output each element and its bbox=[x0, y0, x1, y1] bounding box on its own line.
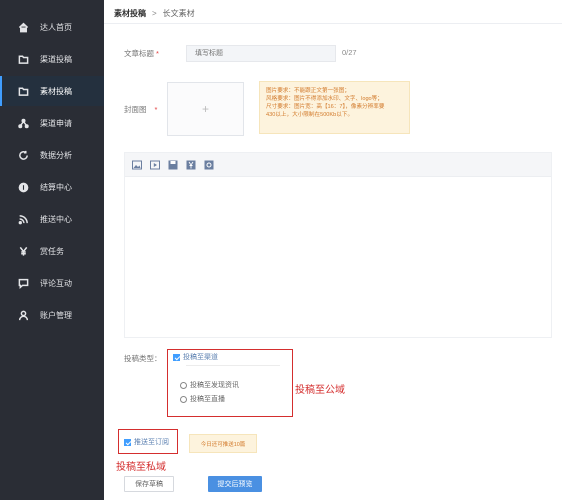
annotation-public: 投稿至公域 bbox=[295, 385, 345, 396]
submit-preview-button[interactable]: 提交后预览 bbox=[208, 476, 262, 492]
sidebar-item-home[interactable]: 达人首页 bbox=[0, 12, 104, 42]
option-divider bbox=[186, 365, 280, 366]
sidebar-item-channel-apply[interactable]: 渠道申请 bbox=[0, 108, 104, 138]
breadcrumb-item[interactable]: 素材投稿 bbox=[114, 8, 146, 19]
save-icon[interactable] bbox=[168, 160, 178, 170]
sidebar-item-label: 评论互动 bbox=[40, 278, 72, 288]
checkbox-checked-icon bbox=[124, 438, 131, 446]
sidebar-item-label: 赏任务 bbox=[40, 246, 64, 256]
refresh-icon bbox=[18, 150, 29, 161]
cover-requirements-tip: 图片要求：不能跟正文第一张图； 风格要求：图片不得添加水印、文字、logo等； … bbox=[259, 81, 410, 134]
breadcrumb: 素材投稿 > 长文素材 bbox=[114, 8, 195, 19]
main-content: 素材投稿 > 长文素材 文章标题* 0/27 封面图* + 图片要求：不能跟正文… bbox=[104, 0, 562, 500]
radio-icon bbox=[180, 395, 187, 403]
title-input[interactable] bbox=[186, 45, 336, 62]
title-counter: 0/27 bbox=[342, 48, 357, 57]
radio-label: 投稿至直播 bbox=[190, 396, 225, 403]
comment-icon bbox=[18, 278, 29, 289]
header-divider bbox=[104, 23, 562, 24]
folder-icon bbox=[18, 86, 29, 97]
radio-live[interactable]: 投稿至直播 bbox=[180, 394, 225, 404]
tip-line: 尺寸要求：图片宽：高【16：7】，像素分辨率要 bbox=[266, 104, 385, 110]
image-icon[interactable] bbox=[132, 160, 142, 170]
cover-upload[interactable]: + bbox=[167, 82, 244, 136]
sidebar-item-label: 数据分析 bbox=[40, 150, 72, 160]
public-checkbox-label: 投稿至渠道 bbox=[183, 354, 218, 361]
yen-icon bbox=[18, 246, 29, 257]
title-label: 文章标题 * bbox=[124, 48, 159, 59]
folder-icon bbox=[18, 54, 29, 65]
breadcrumb-separator: > bbox=[152, 9, 157, 18]
tip-line: 图片要求：不能跟正文第一张图； bbox=[266, 88, 350, 94]
user-icon bbox=[18, 310, 29, 321]
sidebar-item-account[interactable]: 账户管理 bbox=[0, 300, 104, 330]
home-icon bbox=[18, 22, 29, 33]
save-draft-button[interactable]: 保存草稿 bbox=[124, 476, 174, 492]
tip-line: 风格要求：图片不得添加水印、文字、logo等； bbox=[266, 96, 383, 102]
share-icon bbox=[18, 118, 29, 129]
cover-label-text: 封面图 bbox=[124, 105, 147, 114]
checkbox-checked-icon bbox=[173, 353, 180, 361]
sidebar-item-material-submit[interactable]: 素材投稿 bbox=[0, 76, 104, 106]
editor-toolbar bbox=[125, 153, 551, 177]
video-icon[interactable] bbox=[150, 160, 160, 170]
sidebar-item-label: 素材投稿 bbox=[40, 86, 72, 96]
sidebar-item-channel-submit[interactable]: 渠道投稿 bbox=[0, 44, 104, 74]
push-quota-tip: 今日还可推送10篇 bbox=[189, 434, 257, 453]
sidebar-item-comments[interactable]: 评论互动 bbox=[0, 268, 104, 298]
annotation-private: 投稿至私域 bbox=[116, 462, 166, 473]
title-label-text: 文章标题 bbox=[124, 49, 154, 58]
required-mark: * bbox=[156, 49, 159, 58]
radio-discover-news[interactable]: 投稿至发现资讯 bbox=[180, 380, 239, 390]
rich-text-editor[interactable] bbox=[124, 152, 552, 338]
sidebar-item-label: 渠道投稿 bbox=[40, 54, 72, 64]
sidebar: 达人首页 渠道投稿 素材投稿 渠道申请 数据分析 结算中心 推送中心 赏任务 评… bbox=[0, 0, 104, 500]
sidebar-item-reward-task[interactable]: 赏任务 bbox=[0, 236, 104, 266]
radio-icon bbox=[180, 381, 187, 389]
sidebar-item-label: 达人首页 bbox=[40, 22, 72, 32]
gear-icon[interactable] bbox=[204, 160, 214, 170]
tip-line: 430以上，大小限制在500Kb以下。 bbox=[266, 112, 354, 118]
sidebar-item-data-analysis[interactable]: 数据分析 bbox=[0, 140, 104, 170]
plus-icon: + bbox=[201, 102, 209, 116]
radio-label: 投稿至发现资讯 bbox=[190, 382, 239, 389]
private-checkbox[interactable]: 推送至订阅 bbox=[124, 437, 169, 447]
rss-icon bbox=[18, 214, 29, 225]
cover-label: 封面图 * bbox=[124, 104, 157, 115]
sidebar-item-label: 账户管理 bbox=[40, 310, 72, 320]
sidebar-item-settlement[interactable]: 结算中心 bbox=[0, 172, 104, 202]
breadcrumb-current: 长文素材 bbox=[162, 9, 195, 18]
yen-icon[interactable] bbox=[186, 160, 196, 170]
sidebar-item-label: 推送中心 bbox=[40, 214, 72, 224]
coin-icon bbox=[18, 182, 29, 193]
sidebar-item-push-center[interactable]: 推送中心 bbox=[0, 204, 104, 234]
required-mark: * bbox=[154, 105, 158, 114]
sidebar-item-label: 结算中心 bbox=[40, 182, 72, 192]
private-checkbox-label: 推送至订阅 bbox=[134, 439, 169, 446]
type-label: 投稿类型： bbox=[124, 354, 162, 363]
sidebar-item-label: 渠道申请 bbox=[40, 118, 72, 128]
public-checkbox[interactable]: 投稿至渠道 bbox=[173, 352, 218, 362]
